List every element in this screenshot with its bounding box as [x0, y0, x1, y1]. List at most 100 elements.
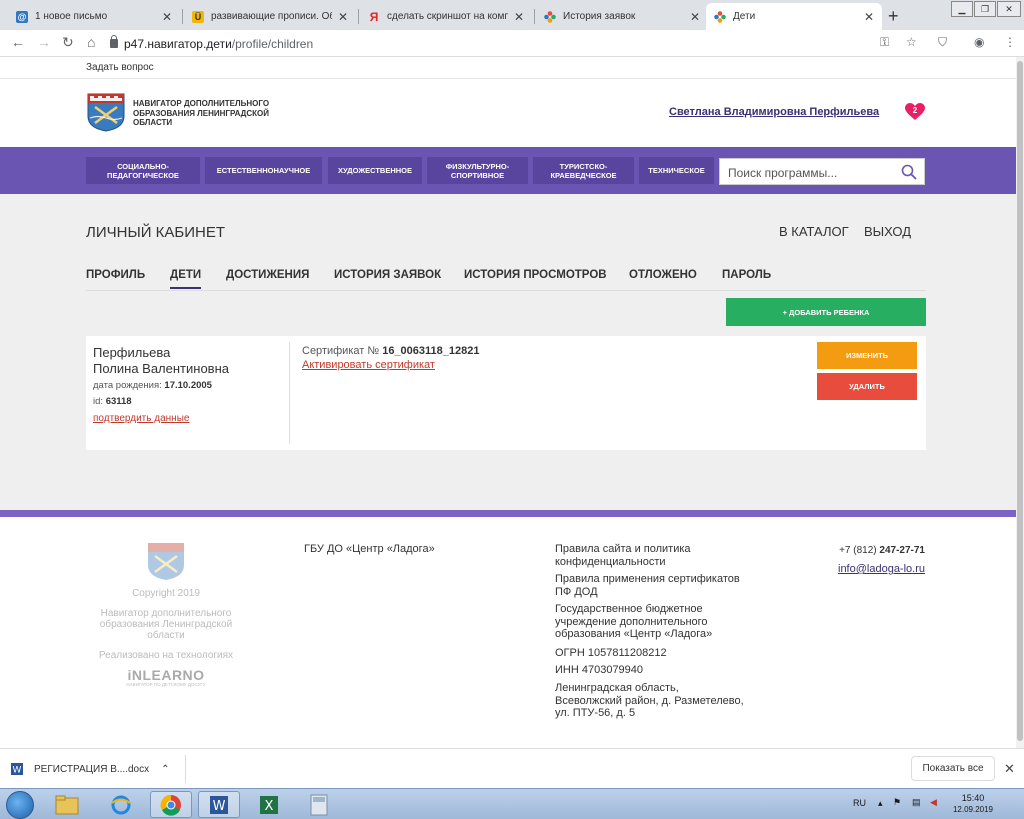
tab-children-active[interactable]: ДЕТИ [170, 269, 202, 289]
category-tourism[interactable]: ТУРИСТСКО-КРАЕВЕДЧЕСКОЕ [533, 157, 634, 184]
edit-child-button[interactable]: ИЗМЕНИТЬ [817, 342, 917, 369]
tab-views-history[interactable]: ИСТОРИЯ ПРОСМОТРОВ [464, 269, 607, 287]
tab-prescriptions[interactable]: Ü развивающие прописи. Обс ✕ [184, 3, 356, 30]
search-icon[interactable] [901, 164, 917, 180]
shield-icon[interactable]: ⛉ [938, 35, 947, 50]
word-document-icon: W [11, 763, 23, 776]
svg-text:X: X [265, 799, 274, 814]
minimize-button[interactable]: ▁ [951, 1, 973, 17]
network-icon[interactable]: ▤ [912, 797, 921, 808]
email-link[interactable]: info@ladoga-lo.ru [800, 563, 925, 575]
yandex-icon: Я [369, 9, 379, 24]
volume-icon[interactable]: ◀ [930, 797, 937, 808]
word-icon[interactable]: W [198, 791, 240, 818]
flag-icon[interactable]: ⚑ [893, 797, 901, 808]
menu-dots-icon[interactable]: ⋮ [1004, 35, 1016, 49]
navigator-icon [714, 10, 726, 23]
card-divider [289, 342, 290, 444]
category-social-pedagogical[interactable]: СОЦИАЛЬНО-ПЕДАГОГИЧЕСКОЕ [86, 157, 200, 184]
inn: ИНН 4703079940 [555, 664, 644, 676]
certificate-rules-link[interactable]: Правила применения сертификатов ПФ ДОД [555, 573, 745, 598]
page-title: ЛИЧНЫЙ КАБИНЕТ [86, 224, 226, 241]
calculator-icon[interactable] [298, 791, 340, 818]
tab-profile[interactable]: ПРОФИЛЬ [86, 269, 145, 287]
back-arrow-icon[interactable]: ← [11, 34, 25, 50]
certificate-number: Сертификат № 16_0063118_12821 [302, 345, 480, 357]
chrome-icon[interactable] [150, 791, 192, 818]
search-input[interactable]: Поиск программы... [728, 166, 837, 180]
tab-password[interactable]: ПАРОЛЬ [722, 269, 771, 287]
file-explorer-icon[interactable] [46, 791, 88, 818]
child-card: Перфильева Полина Валентиновна дата рожд… [86, 336, 926, 450]
windows-taskbar: W X RU ▴ ⚑ ▤ ◀ 15:40 12.09.2019 [0, 788, 1024, 819]
close-download-bar-icon[interactable]: ✕ [1004, 761, 1015, 777]
show-all-downloads-button[interactable]: Показать все [911, 756, 995, 781]
page-scrollbar[interactable] [1016, 57, 1024, 748]
close-icon[interactable]: ✕ [338, 10, 348, 24]
site-footer: Copyright 2019 Навигатор дополнительного… [0, 517, 1016, 748]
internet-explorer-icon[interactable] [100, 791, 142, 818]
coat-of-arms-icon[interactable] [86, 92, 126, 132]
category-artistic[interactable]: ХУДОЖЕСТВЕННОЕ [328, 157, 422, 184]
tab-applications-history[interactable]: История заявок ✕ [536, 3, 708, 30]
tab-separator [182, 9, 183, 24]
top-utility-bar: Задать вопрос [0, 57, 1016, 79]
url-field[interactable]: p47.навигатор.дети/profile/children [110, 33, 930, 54]
new-tab-button[interactable]: + [888, 6, 899, 27]
logo-title[interactable]: НАВИГАТОР ДОПОЛНИТЕЛЬНОГО ОБРАЗОВАНИЯ ЛЕ… [133, 99, 303, 128]
inlearno-logo[interactable]: iNLEARNO [86, 667, 246, 683]
site-rules-link[interactable]: Правила сайта и политика конфиденциально… [555, 543, 745, 568]
copyright: Copyright 2019 [132, 588, 200, 599]
confirm-data-link[interactable]: подтвердить данные [93, 413, 189, 424]
star-icon[interactable]: ☆ [906, 35, 917, 49]
clock-date[interactable]: 12.09.2019 [950, 805, 996, 814]
close-icon[interactable]: ✕ [690, 10, 700, 24]
navigator-icon [544, 10, 556, 23]
home-icon[interactable]: ⌂ [87, 34, 95, 50]
user-name-link[interactable]: Светлана Владимировна Перфильева [669, 106, 879, 118]
start-button-icon[interactable] [6, 791, 34, 819]
download-bar: W РЕГИСТРАЦИЯ В....docx ⌃ Показать все ✕ [0, 748, 1024, 788]
add-child-button[interactable]: + ДОБАВИТЬ РЕБЕНКА [726, 298, 926, 326]
excel-icon[interactable]: X [248, 791, 290, 818]
maximize-button[interactable]: ❐ [974, 1, 996, 17]
reload-icon[interactable]: ↻ [62, 34, 74, 51]
language-indicator[interactable]: RU [853, 798, 866, 808]
child-name: Перфильева Полина Валентиновна [93, 345, 229, 376]
tab-mail[interactable]: @ 1 новое письмо ✕ [8, 3, 180, 30]
catalog-link[interactable]: В КАТАЛОГ [779, 224, 849, 239]
yandex-disk-icon: Ü [192, 10, 204, 23]
close-icon[interactable]: ✕ [162, 10, 172, 24]
browser-tab-strip: @ 1 новое письмо ✕ Ü развивающие прописи… [0, 0, 1024, 30]
key-icon[interactable]: ⚿ [880, 35, 889, 50]
tray-arrow-icon[interactable]: ▴ [878, 798, 883, 809]
window-close-button[interactable]: ✕ [997, 1, 1021, 17]
category-nav: СОЦИАЛЬНО-ПЕДАГОГИЧЕСКОЕ ЕСТЕСТВЕННОНАУЧ… [0, 147, 1016, 194]
category-technical[interactable]: ТЕХНИЧЕСКОЕ [639, 157, 714, 184]
download-item[interactable]: W РЕГИСТРАЦИЯ В....docx ⌃ [10, 756, 185, 782]
delete-child-button[interactable]: УДАЛИТЬ [817, 373, 917, 400]
forward-arrow-icon[interactable]: → [37, 34, 51, 50]
tab-postponed[interactable]: ОТЛОЖЕНО [629, 269, 697, 287]
clock-time[interactable]: 15:40 [955, 793, 991, 803]
logout-link[interactable]: ВЫХОД [864, 224, 911, 239]
tab-separator [358, 9, 359, 24]
profile-icon[interactable]: ◉ [974, 35, 984, 49]
close-icon[interactable]: ✕ [864, 10, 874, 24]
lock-icon [110, 35, 118, 48]
tab-achievements[interactable]: ДОСТИЖЕНИЯ [226, 269, 309, 287]
activate-certificate-link[interactable]: Активировать сертификат [302, 359, 435, 371]
scrollbar-thumb[interactable] [1017, 61, 1023, 741]
chevron-up-icon[interactable]: ⌃ [161, 764, 169, 775]
org-full-name: Государственное бюджетное учреждение доп… [555, 603, 713, 640]
tab-screenshot-search[interactable]: Я сделать скриншот на компе ✕ [360, 3, 532, 30]
program-search[interactable]: Поиск программы... [719, 158, 925, 185]
address: Ленинградская область, Всеволжский район… [555, 682, 744, 719]
tab-children[interactable]: Дети ✕ [706, 3, 882, 30]
category-natural-science[interactable]: ЕСТЕСТВЕННОНАУЧНОЕ [205, 157, 322, 184]
category-sports[interactable]: ФИЗКУЛЬТУРНО-СПОРТИВНОЕ [427, 157, 528, 184]
close-icon[interactable]: ✕ [514, 10, 524, 24]
tab-applications[interactable]: ИСТОРИЯ ЗАЯВОК [334, 269, 441, 287]
tab-separator [534, 9, 535, 24]
ask-question-link[interactable]: Задать вопрос [86, 62, 154, 73]
